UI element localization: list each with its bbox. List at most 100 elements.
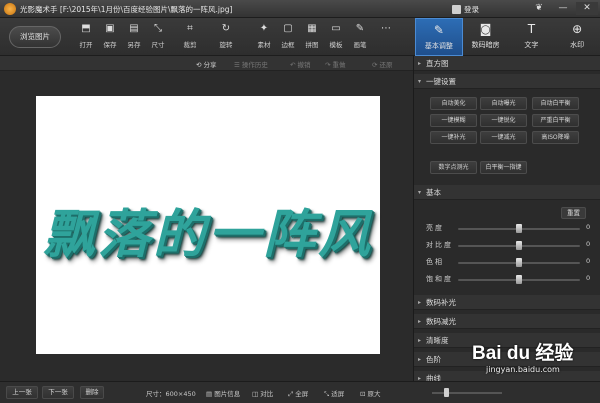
template-icon: ▭ [331, 23, 341, 34]
tool-label: 素材 [257, 41, 271, 49]
login-label: 登录 [464, 4, 479, 14]
tool-label: 打开 [79, 41, 93, 49]
basic-label: 基本 [426, 188, 441, 197]
redo-button[interactable]: ↷ 重做 [325, 59, 346, 69]
image-info-button[interactable]: ▤ 图片信息 [206, 388, 240, 398]
slider-row: 色相 0 [426, 256, 596, 268]
section-header[interactable]: ▸ 数码补光 [414, 295, 600, 310]
delete-button[interactable]: 删除 [80, 386, 104, 399]
compare-label: 对比 [260, 390, 274, 398]
reset-button[interactable]: 重置 [561, 207, 586, 219]
fullscreen-button[interactable]: ⤢ 全屏 [288, 388, 308, 399]
tool-rotate-button[interactable]: ↻ 旋转 [214, 23, 238, 53]
slider-handle[interactable] [516, 258, 522, 267]
browse-images-button[interactable]: 浏览图片 [9, 26, 61, 48]
one-click-button[interactable]: 一键锐化 [480, 114, 527, 127]
prev-image-button[interactable]: 上一张 [6, 386, 38, 399]
tab-watermark[interactable]: ⊕ 水印 [554, 18, 600, 56]
tab-label: 基本调整 [424, 42, 453, 50]
slider-handle[interactable] [516, 224, 522, 233]
slider-value: 0 [586, 240, 591, 248]
basic-section[interactable]: ▾ 基本 [414, 185, 600, 200]
resize-icon: ⤡ [154, 23, 162, 34]
darkroom-icon: ◙ [479, 22, 492, 36]
original-size-button[interactable]: ⊡ 原大 [360, 388, 381, 398]
tool-open-button[interactable]: ⬒ 打开 [74, 23, 98, 53]
one-click-section[interactable]: ▾ 一键设置 [414, 74, 600, 89]
tool-save-as-button[interactable]: ▤ 另存 [122, 23, 146, 53]
watermark-url: jingyan.baidu.com [486, 365, 560, 374]
one-click-label: 一键设置 [426, 77, 456, 86]
border-icon: ▢ [283, 23, 293, 34]
undo-button[interactable]: ↶ 撤销 [290, 59, 311, 69]
canvas-area[interactable]: 飘落的一阵风 [0, 71, 413, 381]
tool-brush-button[interactable]: ✎ 画笔 [348, 23, 372, 53]
tool-collage-button[interactable]: ▦ 拼图 [300, 23, 324, 53]
histogram-section[interactable]: ▸ 直方图 [414, 56, 600, 71]
slider-handle[interactable] [516, 275, 522, 284]
tool-label: 尺寸 [151, 41, 165, 49]
tab-darkroom[interactable]: ◙ 数码暗房 [463, 18, 509, 56]
one-click-button[interactable]: 自动曝光 [480, 97, 527, 110]
tool-more-button[interactable]: ⋯ [374, 23, 398, 53]
slider-value: 0 [586, 274, 591, 282]
expand-arrow-icon: ▸ [418, 60, 422, 67]
one-click-button[interactable]: 一键减光 [480, 131, 527, 144]
user-icon [452, 4, 461, 14]
expand-arrow-icon: ▸ [418, 299, 422, 306]
compare-button[interactable]: ◫ 对比 [252, 388, 273, 398]
one-click-button[interactable]: 一键补光 [430, 131, 477, 144]
minimize-button[interactable]: — [552, 2, 574, 15]
one-click-button[interactable]: 一键模糊 [430, 114, 477, 127]
section-label: 清晰度 [426, 336, 449, 345]
fit-screen-button[interactable]: ⤡ 适屏 [324, 388, 344, 399]
next-image-button[interactable]: 下一张 [42, 386, 74, 399]
save-as-icon: ▤ [129, 23, 139, 34]
redo-label: 重做 [332, 61, 346, 69]
fullscreen-label: 全屏 [295, 390, 309, 398]
image-size: 尺寸：600×450 [146, 390, 196, 398]
tool-crop-button[interactable]: ⌗ 裁剪 [178, 23, 202, 53]
section-label: 数码减光 [426, 317, 456, 326]
watermark-main: Bai du 经验 [472, 343, 574, 364]
collage-icon: ▦ [307, 23, 317, 34]
skin-button[interactable]: ❦ [528, 2, 550, 15]
crop-icon: ⌗ [187, 23, 193, 34]
photo-canvas[interactable]: 飘落的一阵风 [36, 96, 380, 354]
open-icon: ⬒ [81, 23, 91, 34]
tab-basic-adjust[interactable]: ✎ 基本调整 [415, 18, 463, 56]
section-label: 数码补光 [426, 298, 456, 307]
tab-text[interactable]: T 文字 [509, 18, 555, 56]
one-click-button[interactable]: 自动美化 [430, 97, 477, 110]
slider-label: 色相 [426, 258, 444, 266]
restore-button[interactable]: ⟳ 还原 [372, 59, 393, 69]
section-label: 色阶 [426, 355, 441, 364]
zoom-slider-track[interactable] [432, 392, 502, 394]
close-button[interactable]: ✕ [576, 2, 598, 15]
spot-metering-button[interactable]: 数字点测光 [430, 161, 477, 174]
collapse-arrow-icon: ▾ [418, 78, 422, 85]
action-bar: ⟲ 分享 ☰ 操作历史 ↶ 撤销 ↷ 重做 ⟳ 还原 [0, 56, 413, 71]
zoom-slider-handle[interactable] [444, 388, 449, 397]
tool-border-button[interactable]: ▢ 边框 [276, 23, 300, 53]
tool-resize-button[interactable]: ⤡ 尺寸 [146, 23, 170, 53]
one-click-button[interactable]: 自动白平衡 [532, 97, 579, 110]
image-info-label: 图片信息 [214, 390, 241, 398]
one-click-button[interactable]: 严重白平衡 [532, 114, 579, 127]
tab-label: 文字 [524, 41, 539, 49]
expand-arrow-icon: ▸ [418, 318, 422, 325]
login-button[interactable]: 登录 [452, 3, 479, 15]
tab-label: 数码暗房 [471, 41, 500, 49]
history-button[interactable]: ☰ 操作历史 [234, 59, 268, 69]
share-button[interactable]: ⟲ 分享 [196, 59, 217, 69]
share-label: 分享 [203, 61, 217, 69]
tool-label: 保存 [103, 41, 117, 49]
white-balance-picker-button[interactable]: 白平衡一指键 [480, 161, 527, 174]
tool-material-button[interactable]: ✦ 素材 [252, 23, 276, 53]
tool-save-button[interactable]: ▣ 保存 [98, 23, 122, 53]
brush-icon: ✎ [355, 23, 365, 34]
section-header[interactable]: ▸ 数码减光 [414, 314, 600, 329]
slider-handle[interactable] [516, 241, 522, 250]
tool-template-button[interactable]: ▭ 模板 [324, 23, 348, 53]
one-click-button[interactable]: 高ISO降噪 [532, 131, 579, 144]
